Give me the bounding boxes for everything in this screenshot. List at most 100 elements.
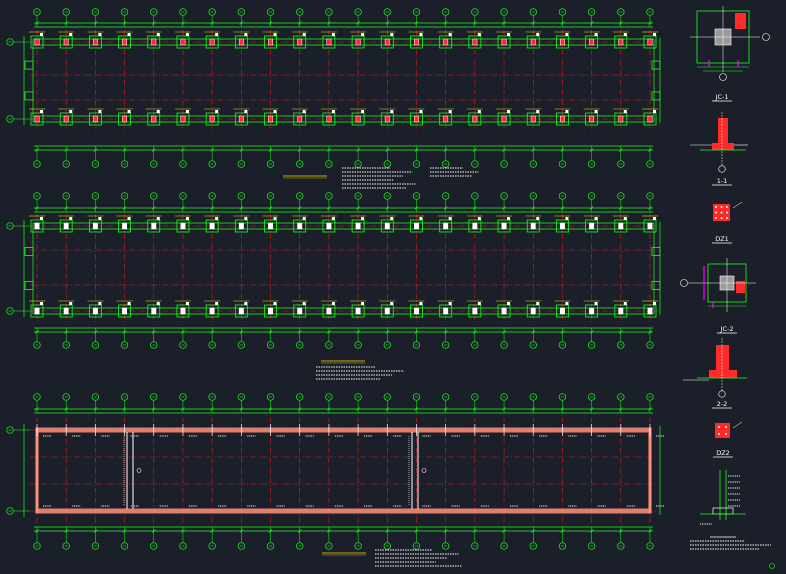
pedestal-tag	[390, 33, 394, 36]
column-core	[151, 222, 157, 230]
pedestal-tag	[653, 217, 656, 220]
dz2-leader	[732, 421, 743, 429]
column-core	[268, 115, 273, 123]
pedestal-tag	[331, 302, 335, 305]
pedestal-tag	[390, 110, 394, 113]
column-core	[530, 38, 536, 46]
column-core	[443, 307, 449, 315]
pedestal-tag	[185, 302, 189, 305]
column-core	[559, 307, 565, 315]
detail-label-jc2: JC-2	[720, 325, 734, 333]
column-core	[384, 307, 390, 315]
column-core	[443, 115, 449, 123]
column-core	[472, 115, 478, 123]
end-pedestal	[24, 60, 34, 70]
column-core	[501, 115, 507, 123]
stair-opening	[408, 432, 427, 509]
pedestal-tag	[302, 110, 306, 113]
pedestal-tag	[653, 110, 656, 113]
pedestal-tag	[477, 217, 481, 220]
column-core	[443, 222, 449, 230]
dz1-bar	[726, 206, 728, 208]
pedestal-tag	[448, 217, 452, 220]
column-core	[151, 307, 157, 315]
pedestal-tag	[361, 33, 365, 36]
end-pedestal	[24, 91, 34, 101]
column-core	[414, 115, 419, 123]
column-core	[355, 307, 361, 315]
pedestal-tag	[594, 217, 598, 220]
column-core	[559, 38, 565, 46]
end-pedestal	[24, 247, 34, 256]
dz2-bar	[725, 426, 727, 428]
axis-bubble-icon	[719, 73, 727, 81]
end-pedestal	[651, 247, 661, 256]
pedestal-tag	[507, 110, 511, 113]
pedestal-tag	[273, 217, 277, 220]
axis-bubble-icon	[718, 165, 726, 173]
column-core	[63, 38, 69, 46]
column-core	[92, 38, 98, 46]
column-core	[63, 307, 69, 315]
column-core	[618, 222, 624, 230]
pedestal-tag	[98, 217, 102, 220]
column-core	[268, 222, 273, 230]
column-core	[647, 222, 653, 230]
pedestal-tag	[244, 302, 248, 305]
pedestal-tag	[653, 33, 656, 36]
end-pedestal	[651, 281, 661, 290]
pedestal-tag	[244, 110, 248, 113]
column-core	[589, 222, 595, 230]
column-core	[238, 307, 244, 315]
pedestal-tag	[98, 302, 102, 305]
pedestal-tag	[536, 110, 540, 113]
column-core	[618, 38, 624, 46]
dz1-bar	[715, 217, 717, 219]
pedestal-tag	[623, 110, 627, 113]
dz2-section	[715, 423, 730, 438]
jc1-rebar-note	[735, 13, 746, 29]
column-core	[238, 38, 244, 46]
pedestal-tag	[623, 33, 627, 36]
detail-column: JC-1 1-1 DZ1 JC-2 2-2 DZ2	[680, 6, 775, 569]
column-core	[209, 115, 215, 123]
pedestal-tag	[594, 302, 598, 305]
column-core	[209, 222, 215, 230]
pedestal-tag	[69, 33, 73, 36]
pedestal-tag	[419, 110, 423, 113]
pedestal-tag	[156, 217, 160, 220]
column-core	[92, 222, 98, 230]
pedestal-tag	[98, 33, 102, 36]
pedestal-tag	[419, 33, 423, 36]
column-core	[34, 307, 40, 315]
pedestal-tag	[565, 33, 569, 36]
column-core	[63, 115, 69, 123]
pedestal-tag	[98, 110, 102, 113]
pedestal-tag	[565, 302, 569, 305]
column-core	[414, 222, 419, 230]
end-pedestal	[651, 91, 661, 101]
column-core	[559, 115, 565, 123]
pedestal-tag	[507, 33, 511, 36]
beam-bottom	[37, 508, 650, 514]
column-core	[501, 307, 507, 315]
pedestal-tag	[448, 110, 452, 113]
column-core	[355, 222, 361, 230]
pedestal-tag	[273, 302, 277, 305]
pedestal-tag	[127, 110, 131, 113]
pedestal-tag	[565, 110, 569, 113]
pedestal-tag	[185, 110, 189, 113]
dz1-bar	[715, 206, 717, 208]
pedestal-tag	[594, 110, 598, 113]
column-core	[326, 307, 332, 315]
pedestal-tag	[536, 33, 540, 36]
column-core	[180, 307, 186, 315]
column-core	[414, 38, 419, 46]
column-core	[209, 307, 215, 315]
column-core	[589, 307, 595, 315]
column-core	[92, 307, 98, 315]
pedestal-tag	[623, 302, 627, 305]
pedestal-tag	[215, 217, 219, 220]
dz1-bar	[720, 217, 723, 219]
pedestal-tag	[477, 302, 481, 305]
